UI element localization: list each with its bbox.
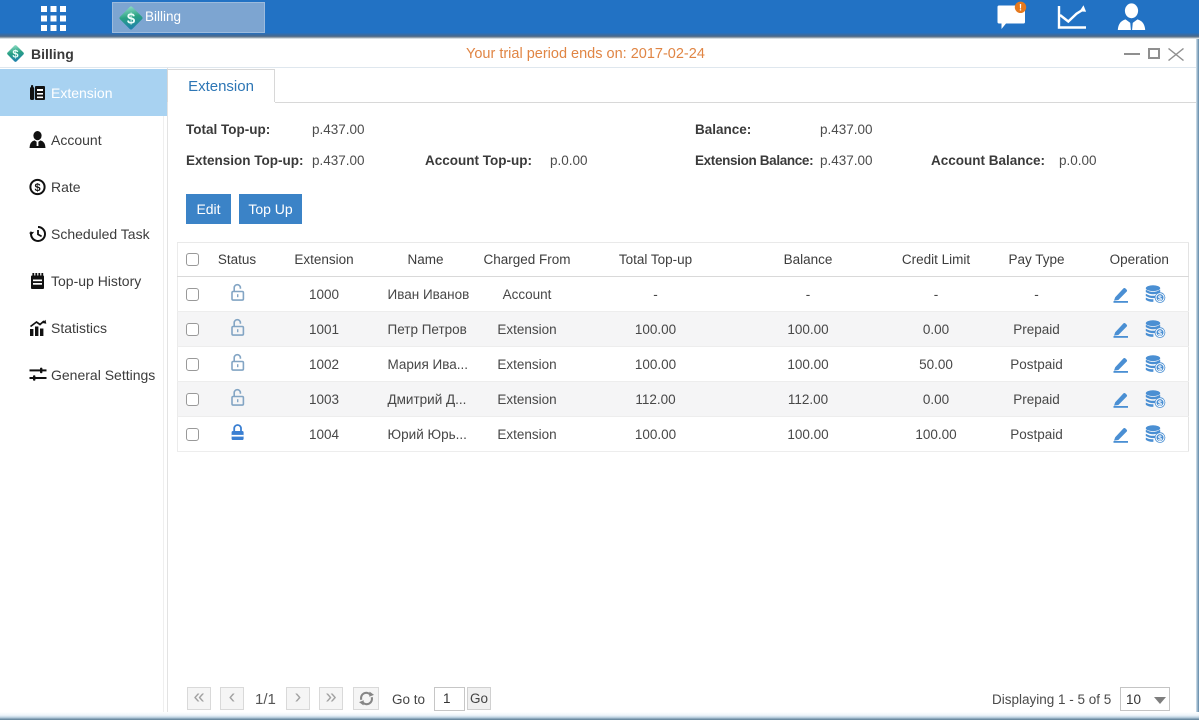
svg-text:$: $ <box>1158 400 1162 407</box>
svg-text:!: ! <box>1019 3 1022 13</box>
svg-text:$: $ <box>1158 365 1162 372</box>
svg-text:$: $ <box>1158 435 1162 442</box>
svg-text:$: $ <box>127 11 136 28</box>
svg-text:$: $ <box>12 48 18 60</box>
svg-text:$: $ <box>34 182 40 194</box>
svg-text:$: $ <box>1158 330 1162 337</box>
svg-text:$: $ <box>1158 295 1162 302</box>
